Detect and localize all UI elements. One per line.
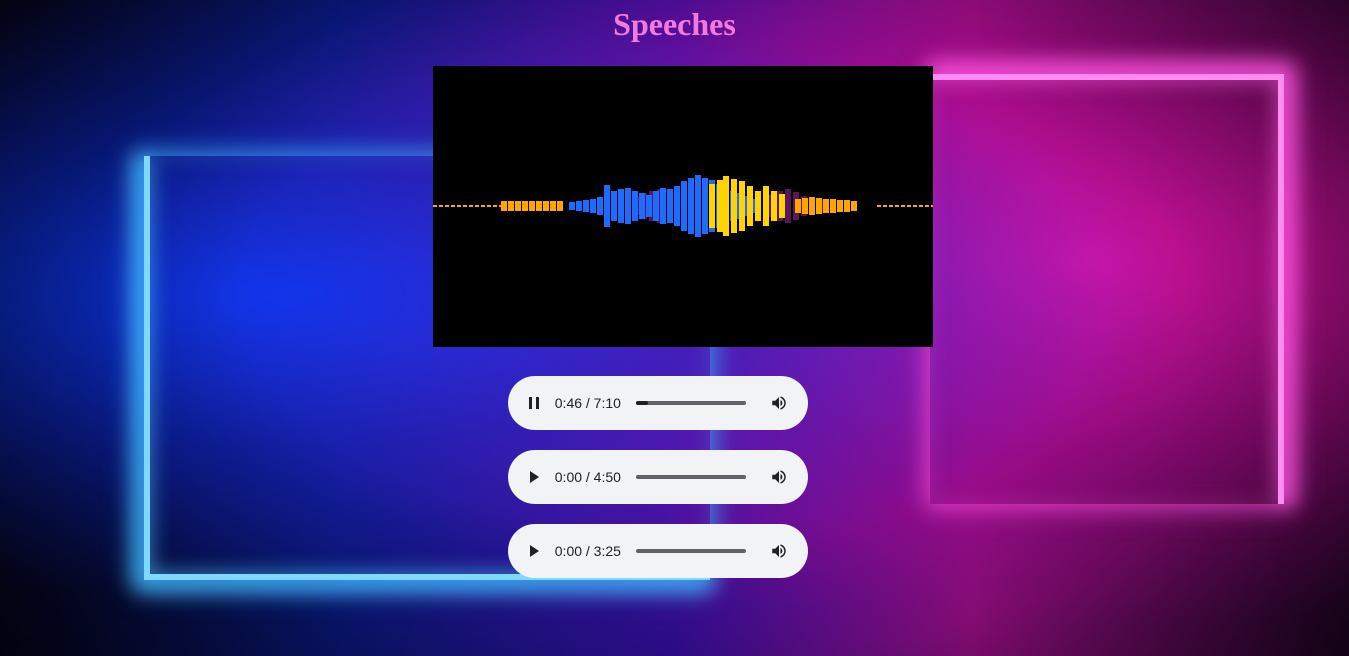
waveform-bar-blue — [618, 189, 624, 223]
waveform-bar-orange — [809, 197, 815, 215]
play-icon — [529, 471, 539, 483]
waveform-baseline-dash — [445, 205, 449, 207]
waveform-bar-yellow — [717, 180, 723, 232]
waveform-baseline-dash — [901, 205, 905, 207]
waveform-canvas — [433, 175, 933, 237]
waveform-bar-blue — [674, 186, 680, 226]
waveform-bar-blue — [569, 202, 575, 210]
waveform-bar-orange — [543, 201, 549, 211]
waveform-baseline-dash — [487, 205, 491, 207]
waveform-bar-orange — [830, 199, 836, 213]
waveform-bar-orange — [844, 200, 850, 212]
waveform-baseline-dash — [463, 205, 467, 207]
waveform-baseline-dash — [877, 205, 881, 207]
waveform-baseline-dash — [925, 205, 929, 207]
audio-player-3[interactable]: 0:00 / 3:25 — [508, 524, 808, 578]
waveform-bar-blue — [604, 185, 610, 227]
waveform-bar-orange — [550, 201, 556, 211]
waveform-bar-orange — [501, 201, 507, 211]
waveform-bar-blue — [632, 191, 638, 221]
mute-button[interactable] — [770, 468, 788, 486]
waveform-bar-blue — [576, 201, 582, 211]
waveform-baseline-dash — [469, 205, 473, 207]
page-title: Speeches — [613, 6, 736, 42]
waveform-bar-orange — [795, 199, 801, 213]
pause-button[interactable] — [526, 395, 542, 411]
waveform-baseline-dash — [931, 205, 933, 207]
waveform-baseline-dash — [457, 205, 461, 207]
audio-player-1[interactable]: 0:46 / 7:10 — [508, 376, 808, 430]
waveform-bar-orange — [508, 201, 514, 211]
mute-button[interactable] — [770, 394, 788, 412]
waveform-baseline-dash — [895, 205, 899, 207]
play-icon — [529, 545, 539, 557]
play-button[interactable] — [526, 543, 542, 559]
time-display: 0:00 / 3:25 — [554, 543, 621, 559]
waveform-bar-blue — [583, 200, 589, 212]
waveform-baseline-dash — [433, 205, 437, 207]
time-display: 0:00 / 4:50 — [554, 469, 621, 485]
waveform-bar-orange — [536, 201, 542, 211]
waveform-bar-blue — [695, 175, 701, 237]
waveform-bar-blue — [660, 188, 666, 224]
seek-slider[interactable] — [635, 549, 746, 553]
waveform-bar-blue — [667, 189, 673, 223]
waveform-baseline-dash — [883, 205, 887, 207]
waveform-baseline-dash — [439, 205, 443, 207]
seek-slider[interactable] — [635, 401, 746, 405]
waveform-bar-orange — [816, 198, 822, 214]
waveform-bar-orange — [837, 200, 843, 212]
volume-icon — [772, 544, 786, 558]
waveform-bar-yellow — [739, 181, 745, 231]
waveform-bar-blue — [688, 178, 694, 234]
volume-icon — [772, 470, 786, 484]
waveform-baseline-dash — [481, 205, 485, 207]
waveform-bar-yellow — [731, 179, 737, 233]
waveform-bar-yellow — [709, 184, 715, 228]
waveform-baseline-dash — [493, 205, 497, 207]
waveform-baseline-dash — [475, 205, 479, 207]
mute-button[interactable] — [770, 542, 788, 560]
waveform-bar-yellow — [723, 176, 729, 236]
waveform-bar-orange — [823, 199, 829, 213]
play-button[interactable] — [526, 469, 542, 485]
waveform-bar-blue — [597, 197, 603, 215]
waveform-baseline-dash — [919, 205, 923, 207]
waveform-bar-orange — [557, 201, 563, 211]
waveform-bar-yellow — [763, 186, 769, 226]
waveform-baseline-dash — [907, 205, 911, 207]
seek-slider[interactable] — [635, 475, 746, 479]
waveform-bar-yellow — [779, 194, 785, 218]
waveform-bar-orange — [802, 198, 808, 214]
waveform-bar-blue — [646, 195, 652, 217]
time-display: 0:46 / 7:10 — [554, 395, 621, 411]
audio-visualizer — [433, 66, 933, 347]
waveform-bar-orange — [515, 201, 521, 211]
waveform-bar-orange — [851, 201, 857, 211]
neon-frame-pink — [930, 74, 1284, 504]
waveform-bar-purple — [785, 189, 791, 223]
waveform-bar-orange — [522, 201, 528, 211]
waveform-bar-blue — [625, 188, 631, 224]
waveform-bar-blue — [702, 178, 708, 234]
waveform-bar-blue — [590, 199, 596, 213]
volume-icon — [772, 396, 786, 410]
seek-progress — [635, 401, 648, 405]
waveform-bar-blue — [611, 191, 617, 221]
pause-icon — [528, 397, 539, 409]
waveform-baseline-dash — [451, 205, 455, 207]
audio-player-2[interactable]: 0:00 / 4:50 — [508, 450, 808, 504]
waveform-bar-blue — [681, 181, 687, 231]
waveform-bar-orange — [529, 201, 535, 211]
waveform-bar-blue — [653, 191, 659, 221]
waveform-baseline-dash — [889, 205, 893, 207]
waveform-baseline-dash — [913, 205, 917, 207]
waveform-bar-yellow — [755, 191, 761, 221]
waveform-bar-yellow — [747, 186, 753, 226]
waveform-bar-yellow — [771, 191, 777, 221]
waveform-bar-blue — [639, 193, 645, 219]
